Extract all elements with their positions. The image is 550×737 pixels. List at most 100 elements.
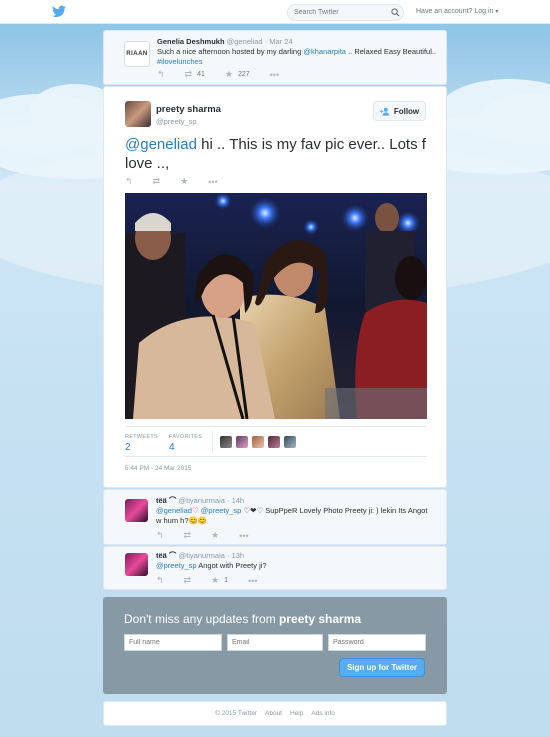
email-field[interactable] — [227, 634, 323, 651]
mention-link[interactable]: @khanarpita — [303, 47, 346, 56]
footer-link-ads[interactable]: Ads info — [311, 710, 335, 717]
tweet-text: @geneliad hi .. This is my fav pic ever.… — [125, 135, 430, 173]
retweet-icon: ⇄ — [184, 69, 193, 79]
favorites-count[interactable]: 4 — [169, 442, 175, 453]
reply-icon[interactable]: ↰ — [156, 530, 164, 541]
heart-text: ♡ — [191, 506, 201, 515]
divider — [125, 426, 427, 427]
twitter-bird-icon[interactable] — [52, 5, 66, 18]
reply-tweet[interactable]: tëä ⌒ @tiyanurmaia · 13h @preety_sp Ango… — [103, 546, 447, 590]
tweet-time[interactable]: 13h — [232, 551, 245, 560]
hashtag-link[interactable]: #ilovelunches — [157, 57, 202, 66]
favoriter-avatar[interactable] — [252, 436, 264, 448]
star-icon: ★ — [211, 575, 220, 585]
author-name[interactable]: tëä ⌒ — [156, 496, 176, 505]
reply-tweet[interactable]: tëä ⌒ @tiyanurmaia · 14h @geneliad♡ @pre… — [103, 489, 447, 545]
tweet-text-mid: .. Relaxed Easy Beautiful.. — [345, 47, 437, 56]
reply-icon[interactable]: ↰ — [156, 575, 164, 586]
avatar[interactable] — [125, 499, 148, 522]
mention-link[interactable]: @geneliad — [125, 136, 197, 153]
favoriter-avatar[interactable] — [284, 436, 296, 448]
mention-link[interactable]: @geneliad — [156, 506, 192, 515]
star-icon[interactable]: ★ — [180, 176, 188, 187]
separator: · — [224, 496, 232, 505]
mention-link[interactable]: @preety_sp — [201, 506, 242, 515]
favoriter-avatar[interactable] — [268, 436, 280, 448]
signup-title: Don't miss any updates from preety sharm… — [124, 612, 361, 626]
tweet-time[interactable]: Mar 24 — [269, 37, 292, 46]
avatar[interactable] — [125, 101, 151, 127]
retweet-count: 41 — [197, 71, 205, 78]
footer-link-about[interactable]: About — [265, 710, 282, 717]
tweet-text: Angot with Preety ji? — [196, 561, 267, 570]
signup-title-text: Don't miss any updates from — [124, 612, 280, 626]
reply-icon[interactable]: ↰ — [125, 176, 133, 187]
author-name[interactable]: tëä ⌒ — [156, 551, 176, 560]
author-handle[interactable]: @tiyanurmaia — [179, 496, 225, 505]
top-nav-bar: Have an account? Log in ▾ — [0, 0, 550, 24]
star-icon: ★ — [224, 69, 233, 79]
tweet-actions: ↰ ⇄ ★ ••• — [125, 176, 238, 187]
retweet-action[interactable]: ⇄ 41 — [185, 69, 205, 80]
favoriter-avatar[interactable] — [220, 436, 232, 448]
account-text: Have an account? — [416, 8, 475, 15]
retweet-icon[interactable]: ⇄ — [184, 530, 192, 541]
tweet-actions: ↰ ⇄ ★ ••• — [156, 530, 269, 541]
author-name[interactable]: preety sharma — [156, 104, 221, 115]
retweet-icon[interactable]: ⇄ — [153, 176, 161, 187]
avatar[interactable] — [125, 553, 148, 576]
favorites-label: FAVORITES — [169, 434, 203, 440]
tweet-photo[interactable] — [125, 193, 427, 419]
author-name[interactable]: Genelia Deshmukh — [157, 37, 225, 46]
star-icon[interactable]: ★ — [211, 530, 219, 541]
signup-panel: Don't miss any updates from preety sharm… — [103, 597, 447, 694]
photo-illustration — [125, 193, 427, 419]
signup-title-name: preety sharma — [279, 612, 362, 626]
follow-user-icon — [379, 107, 389, 116]
reply-icon[interactable]: ↰ — [157, 69, 165, 80]
favorite-count: 227 — [237, 71, 250, 78]
footer: © 2015 Twitter About Help Ads info — [103, 701, 447, 726]
tweet-text: Such a nice afternoon hosted by my darli… — [157, 47, 304, 56]
more-icon[interactable]: ••• — [270, 70, 279, 80]
favoriter-avatar[interactable] — [236, 436, 248, 448]
author-handle[interactable]: @preety_sp — [156, 117, 197, 126]
full-name-field[interactable] — [124, 634, 222, 651]
footer-link-help[interactable]: Help — [290, 710, 303, 717]
mention-link[interactable]: @preety_sp — [156, 561, 197, 570]
tweet-body: tëä ⌒ @tiyanurmaia · 14h @geneliad♡ @pre… — [156, 496, 431, 526]
retweets-count[interactable]: 2 — [125, 442, 131, 453]
chevron-down-icon[interactable]: ▾ — [495, 9, 498, 15]
search-input[interactable] — [287, 4, 404, 21]
favorite-count: 1 — [224, 577, 229, 584]
account-prompt: Have an account? Log in ▾ — [416, 8, 498, 15]
retweet-icon[interactable]: ⇄ — [184, 575, 192, 586]
more-icon[interactable]: ••• — [239, 531, 248, 541]
favorite-action[interactable]: ★ 227 — [225, 69, 250, 80]
main-tweet: preety sharma @preety_sp Follow @genelia… — [103, 86, 447, 488]
tweet-body: Genelia Deshmukh @geneliad · Mar 24 Such… — [157, 37, 437, 67]
follow-button[interactable]: Follow — [373, 101, 426, 121]
tweet-time[interactable]: 14h — [232, 496, 245, 505]
author-handle[interactable]: @geneliad — [227, 37, 263, 46]
login-link[interactable]: Log in — [474, 8, 493, 15]
avatar-logo-text: RIAAN — [126, 51, 148, 57]
search-icon[interactable] — [391, 8, 400, 17]
more-icon[interactable]: ••• — [248, 576, 257, 586]
stats-divider — [212, 431, 213, 453]
signup-button[interactable]: Sign up for Twitter — [339, 658, 425, 677]
more-icon[interactable]: ••• — [208, 177, 217, 187]
favorite-action[interactable]: ★ 1 — [211, 575, 228, 586]
follow-label: Follow — [393, 106, 420, 116]
retweets-label: RETWEETS — [125, 434, 158, 440]
tweet-body: tëä ⌒ @tiyanurmaia · 13h @preety_sp Ango… — [156, 551, 431, 571]
tweet-timestamp[interactable]: 5:44 PM - 24 Mar 2015 — [125, 465, 191, 472]
context-tweet[interactable]: RIAAN Genelia Deshmukh @geneliad · Mar 2… — [103, 30, 447, 85]
divider — [125, 456, 427, 457]
password-field[interactable] — [328, 634, 426, 651]
tweet-actions: ↰ ⇄ 41 ★ 227 ••• — [157, 69, 299, 80]
tweet-actions: ↰ ⇄ ★ 1 ••• — [156, 575, 278, 586]
author-handle[interactable]: @tiyanurmaia — [179, 551, 225, 560]
separator: · — [224, 551, 232, 560]
avatar[interactable]: RIAAN — [124, 41, 150, 67]
